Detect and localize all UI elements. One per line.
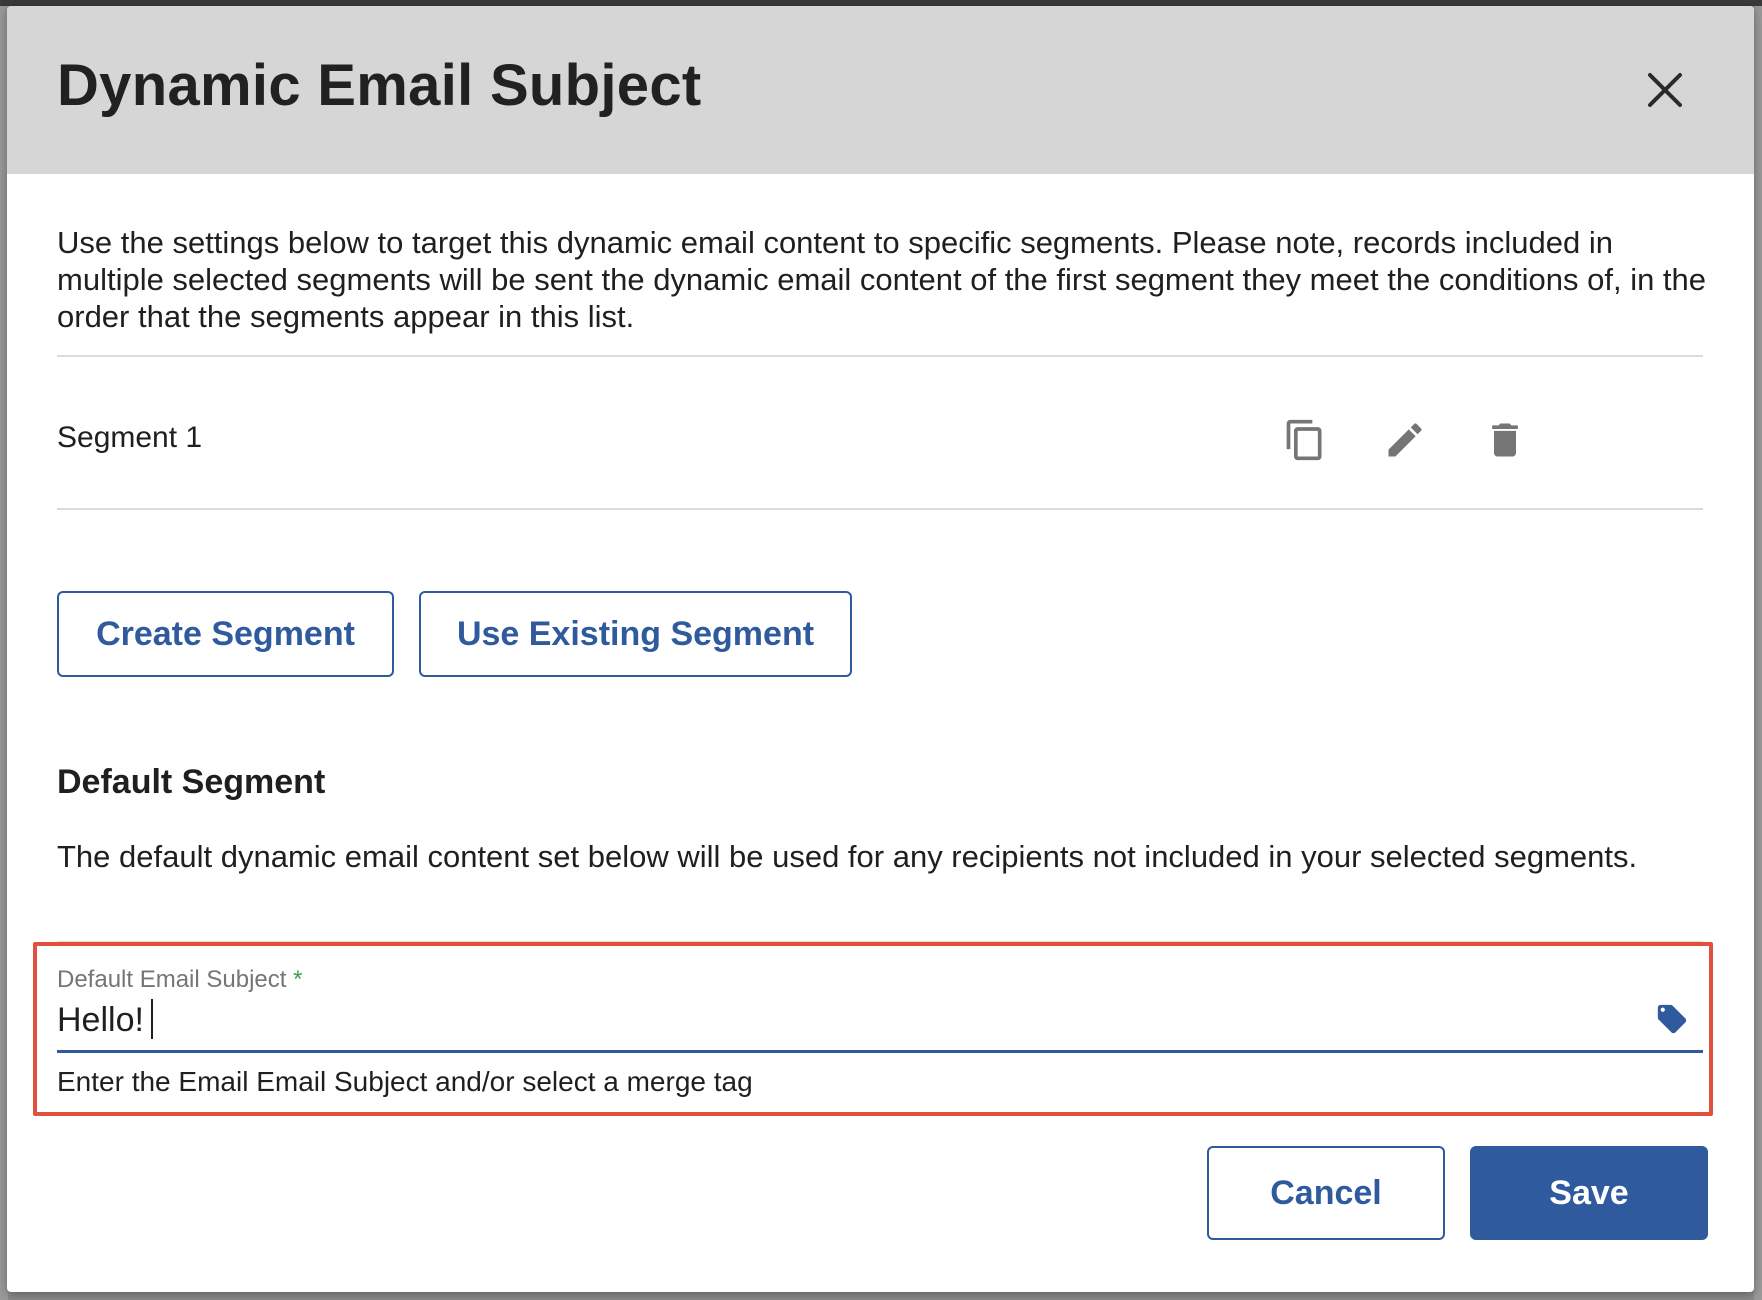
create-segment-button[interactable]: Create Segment — [57, 591, 394, 677]
modal-title: Dynamic Email Subject — [57, 53, 702, 118]
default-segment-description: The default dynamic email content set be… — [57, 839, 1638, 874]
divider — [57, 508, 1703, 510]
tag-icon[interactable] — [1655, 1002, 1689, 1036]
modal-header: Dynamic Email Subject — [7, 6, 1754, 174]
dynamic-email-subject-modal: Dynamic Email Subject Use the settings b… — [7, 6, 1754, 1292]
field-label-text: Default Email Subject — [57, 966, 287, 993]
pencil-icon[interactable] — [1383, 418, 1427, 462]
copy-icon[interactable] — [1283, 418, 1327, 462]
backdrop-edge-right — [1754, 6, 1762, 1300]
trash-icon[interactable] — [1483, 418, 1527, 462]
required-asterisk: * — [293, 966, 303, 993]
divider — [57, 355, 1703, 357]
use-existing-segment-button[interactable]: Use Existing Segment — [419, 591, 852, 677]
segment-row: Segment 1 — [57, 366, 1703, 516]
subject-helper-text: Enter the Email Email Subject and/or sel… — [57, 1066, 753, 1097]
default-segment-heading: Default Segment — [57, 763, 326, 801]
close-icon[interactable] — [1641, 66, 1689, 114]
segment-name: Segment 1 — [57, 421, 203, 454]
default-email-subject-label: Default Email Subject * — [57, 966, 302, 994]
input-underline — [57, 1050, 1703, 1053]
intro-text: Use the settings below to target this dy… — [57, 225, 1707, 334]
text-caret — [151, 999, 153, 1039]
default-email-subject-input[interactable] — [57, 996, 1617, 1044]
save-button[interactable]: Save — [1470, 1146, 1708, 1240]
cancel-button[interactable]: Cancel — [1207, 1146, 1445, 1240]
